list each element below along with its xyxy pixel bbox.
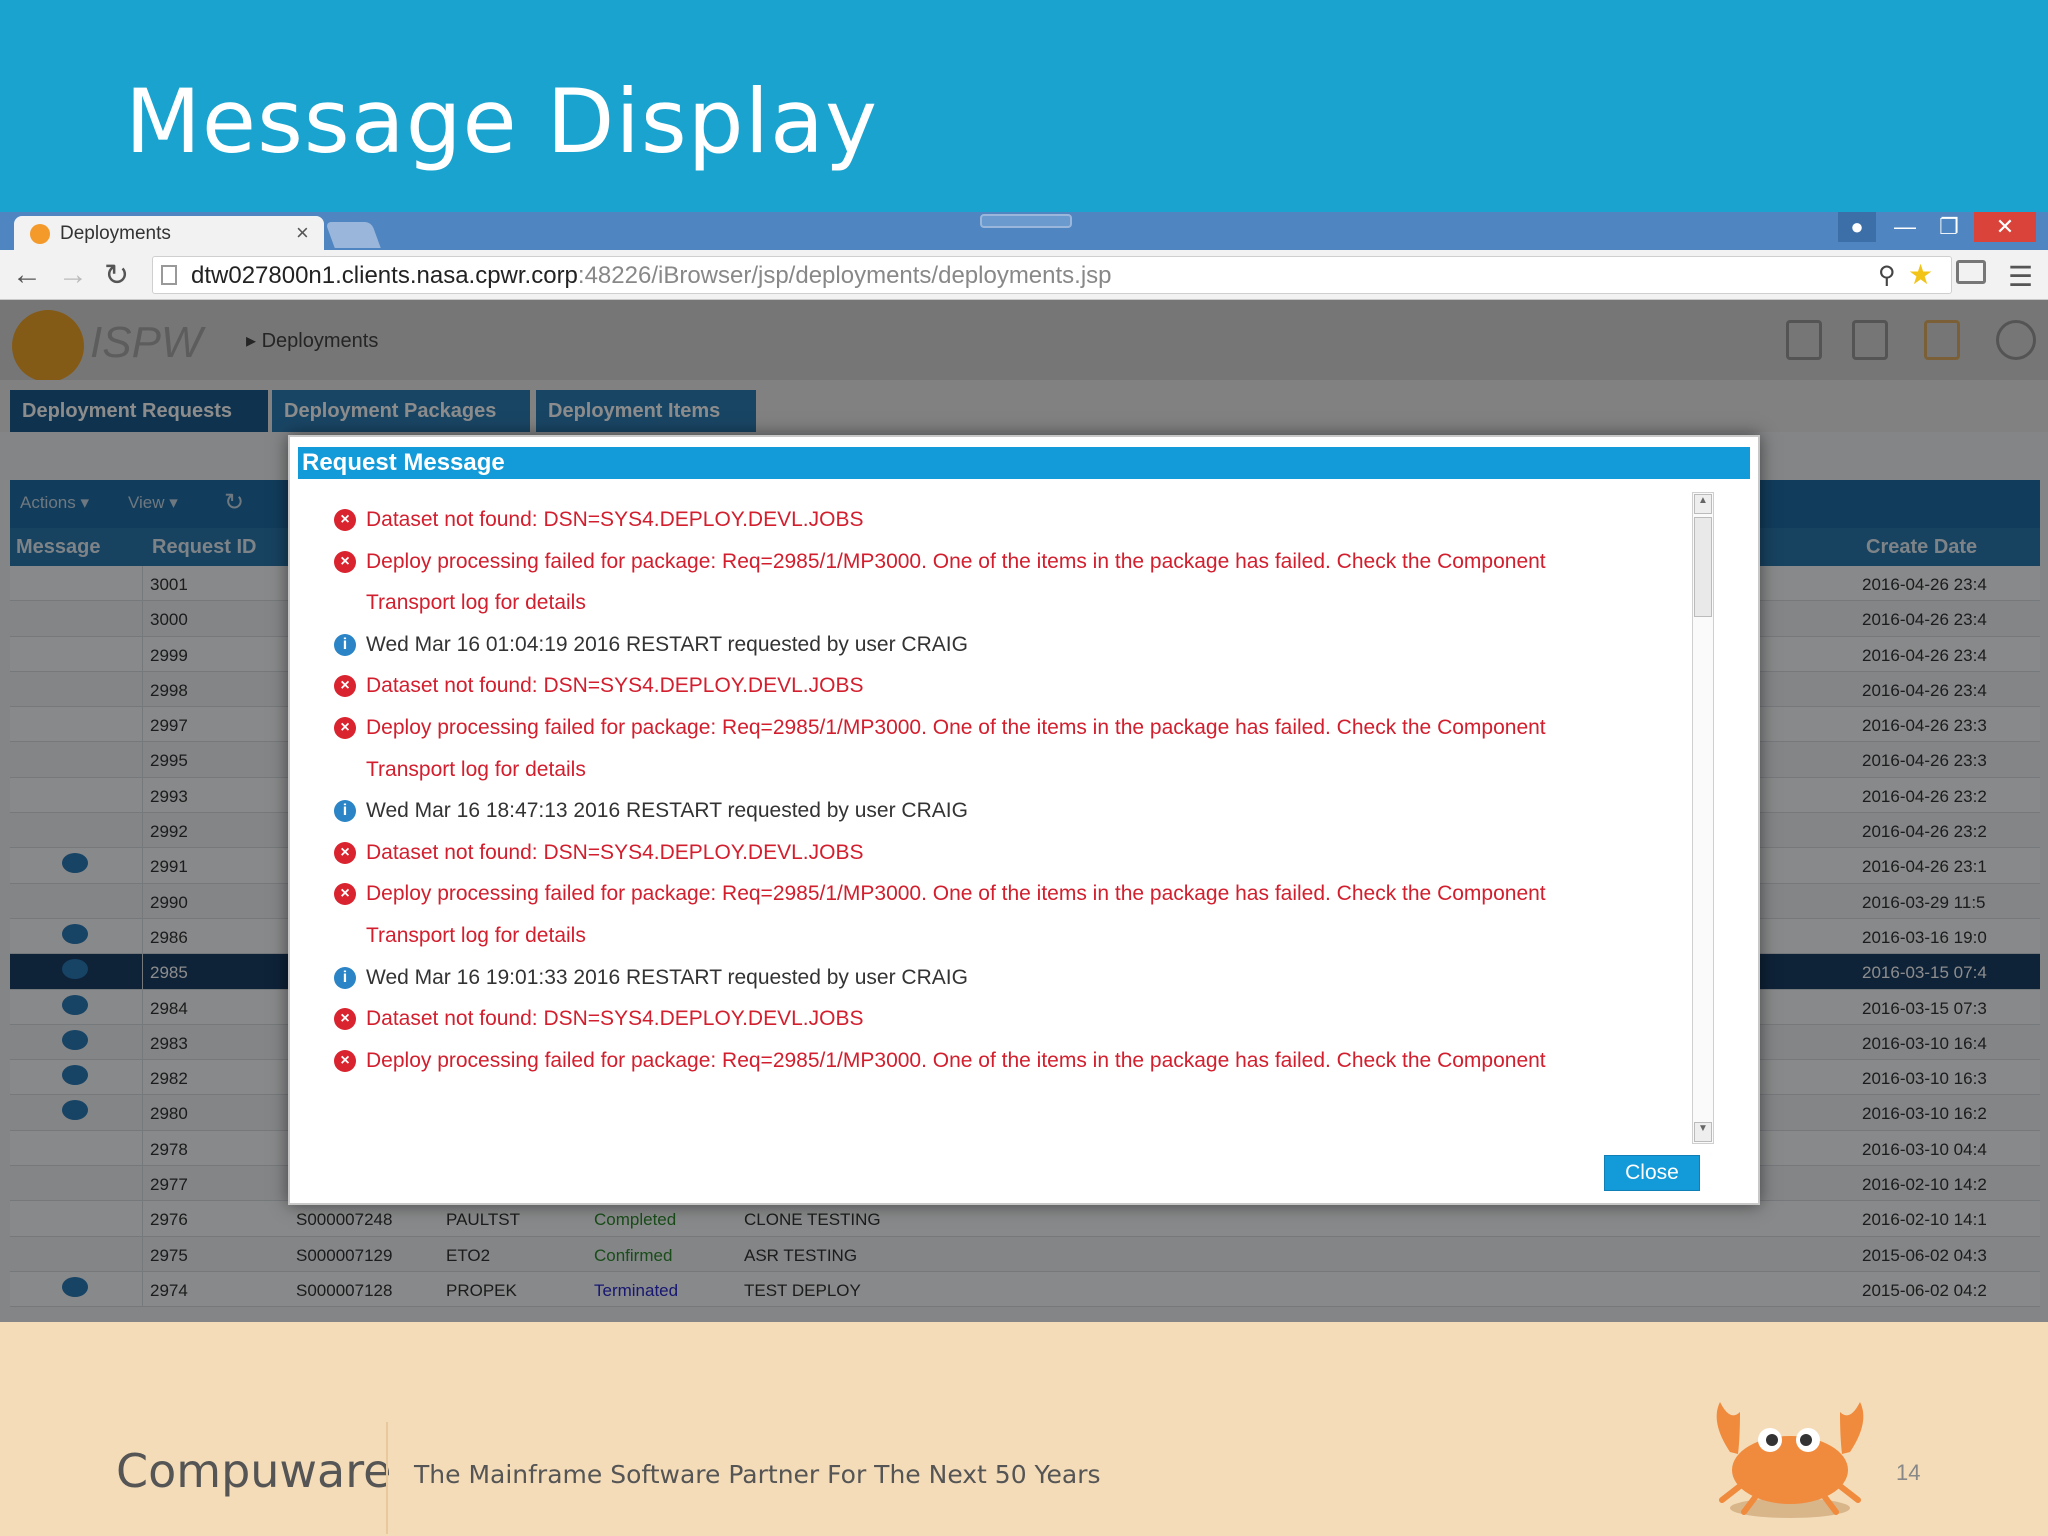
message-line: × Dataset not found: DSN=SYS4.DEPLOY.DEVL… <box>330 832 1650 874</box>
close-button[interactable]: Close <box>1604 1155 1700 1191</box>
bookmark-star-icon[interactable]: ★ <box>1908 258 1933 291</box>
tab-title: Deployments <box>60 223 171 244</box>
message-text: Wed Mar 16 01:04:19 2016 RESTART request… <box>366 632 968 656</box>
message-scrollbar[interactable]: ▲ ▼ <box>1692 492 1714 1144</box>
error-icon: × <box>334 716 356 739</box>
message-line: Transport log for details <box>330 749 1650 791</box>
slide-footer: Compuware The Mainframe Software Partner… <box>0 1322 2048 1536</box>
scroll-thumb[interactable] <box>1694 517 1712 617</box>
message-line: Transport log for details <box>330 915 1650 957</box>
message-text: Dataset not found: DSN=SYS4.DEPLOY.DEVL.… <box>366 674 864 698</box>
message-line: Transport log for details <box>330 582 1650 624</box>
tab-close-icon[interactable]: × <box>296 220 309 246</box>
url-host: dtw027800n1.clients.nasa.cpwr.corp <box>191 262 578 289</box>
message-text: Dataset not found: DSN=SYS4.DEPLOY.DEVL.… <box>366 508 864 531</box>
message-text: Deploy processing failed for package: Re… <box>366 549 1546 573</box>
info-icon: i <box>334 966 356 989</box>
page-number: 14 <box>1896 1460 1921 1485</box>
message-line: × Dataset not found: DSN=SYS4.DEPLOY.DEVL… <box>330 665 1650 707</box>
message-line: × Dataset not found: DSN=SYS4.DEPLOY.DEVL… <box>330 499 1650 541</box>
error-icon: × <box>334 550 356 573</box>
url-text: dtw027800n1.clients.nasa.cpwr.corp:48226… <box>191 262 1112 290</box>
menu-icon[interactable]: ☰ <box>2008 260 2033 293</box>
error-icon: × <box>334 675 356 698</box>
message-text: Dataset not found: DSN=SYS4.DEPLOY.DEVL.… <box>366 840 864 864</box>
request-message-dialog: Request Message × Dataset not found: DSN=… <box>288 435 1760 1205</box>
message-line: i Wed Mar 16 18:47:13 2016 RESTART reques… <box>330 790 1650 832</box>
error-icon: × <box>334 509 356 531</box>
reload-icon[interactable]: ↻ <box>104 258 129 293</box>
message-line: × Deploy processing failed for package: R… <box>330 1040 1650 1077</box>
forward-arrow-icon[interactable]: → <box>58 258 88 292</box>
dialog-title: Request Message <box>298 447 1750 479</box>
message-text: Transport log for details <box>366 757 586 781</box>
cast-icon[interactable] <box>1956 260 1986 284</box>
key-icon[interactable]: ⚲ <box>1878 261 1896 290</box>
message-text: Wed Mar 16 19:01:33 2016 RESTART request… <box>366 965 968 989</box>
new-tab-button[interactable] <box>325 222 381 248</box>
message-text: Transport log for details <box>366 923 586 947</box>
message-line: i Wed Mar 16 19:01:33 2016 RESTART reques… <box>330 957 1650 999</box>
window-drag-handle[interactable] <box>980 214 1072 228</box>
scroll-down-icon[interactable]: ▼ <box>1694 1122 1712 1142</box>
tab-strip: Deployments × ● — ❐ ✕ <box>0 212 2048 250</box>
restore-icon[interactable]: ❐ <box>1930 212 1968 242</box>
error-icon: × <box>334 841 356 864</box>
message-list: × Dataset not found: DSN=SYS4.DEPLOY.DEVL… <box>330 499 1650 1077</box>
slide-title: Message Display <box>125 70 879 173</box>
user-profile-icon[interactable]: ● <box>1838 212 1876 242</box>
info-icon: i <box>334 633 356 656</box>
window-close-icon[interactable]: ✕ <box>1974 212 2036 242</box>
browser-tab-deployments[interactable]: Deployments × <box>14 216 324 250</box>
message-text: Deploy processing failed for package: Re… <box>366 715 1546 739</box>
compuware-logo: Compuware <box>116 1444 392 1498</box>
error-icon: × <box>334 1049 356 1072</box>
tagline: The Mainframe Software Partner For The N… <box>414 1460 1101 1489</box>
address-bar: ← → ↻ dtw027800n1.clients.nasa.cpwr.corp… <box>0 250 2048 300</box>
message-text: Deploy processing failed for package: Re… <box>366 882 1546 906</box>
footer-divider <box>386 1422 388 1534</box>
message-line: i Wed Mar 16 01:04:19 2016 RESTART reques… <box>330 624 1650 666</box>
message-text: Dataset not found: DSN=SYS4.DEPLOY.DEVL.… <box>366 1007 864 1031</box>
url-input[interactable]: dtw027800n1.clients.nasa.cpwr.corp:48226… <box>152 256 1952 294</box>
error-icon: × <box>334 883 356 906</box>
message-line: × Deploy processing failed for package: R… <box>330 707 1650 749</box>
crab-mascot-icon <box>1716 1402 1864 1518</box>
message-line: × Dataset not found: DSN=SYS4.DEPLOY.DEVL… <box>330 998 1650 1040</box>
info-icon: i <box>334 800 356 823</box>
error-icon: × <box>334 1008 356 1031</box>
message-text: Wed Mar 16 18:47:13 2016 RESTART request… <box>366 799 968 823</box>
slide-header: Message Display <box>0 0 2048 212</box>
scroll-up-icon[interactable]: ▲ <box>1694 494 1712 514</box>
favicon-icon <box>30 224 50 244</box>
minimize-icon[interactable]: — <box>1886 212 1924 242</box>
back-arrow-icon[interactable]: ← <box>12 258 42 292</box>
url-path: :48226/iBrowser/jsp/deployments/deployme… <box>577 262 1112 289</box>
message-text: Deploy processing failed for package: Re… <box>366 1048 1546 1072</box>
page-icon <box>161 265 177 285</box>
message-line: × Deploy processing failed for package: R… <box>330 873 1650 915</box>
message-line: × Deploy processing failed for package: R… <box>330 541 1650 583</box>
message-text: Transport log for details <box>366 591 586 615</box>
